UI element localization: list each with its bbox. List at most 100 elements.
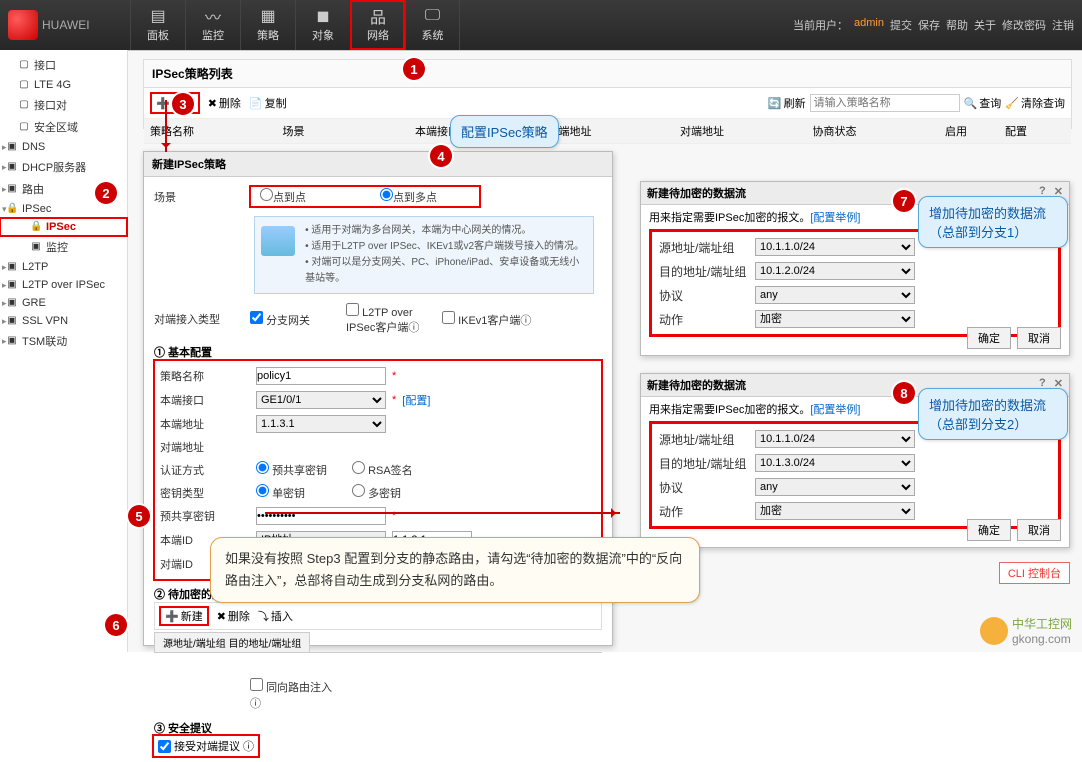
- badge-1: 1: [403, 58, 425, 80]
- side-dns[interactable]: ▸▣DNS: [0, 138, 127, 156]
- top-nav: ▤面板 〰监控 ▦策略 ◼对象 品网络 🖵系统: [130, 0, 460, 50]
- badge-7: 7: [893, 190, 915, 212]
- search-input[interactable]: [810, 94, 960, 112]
- nav-dashboard[interactable]: ▤面板: [130, 0, 185, 50]
- btn-query[interactable]: 🔍查询: [964, 95, 1002, 111]
- badge-2: 2: [95, 182, 117, 204]
- d1-proto[interactable]: any: [755, 286, 915, 304]
- nav-monitor[interactable]: 〰监控: [185, 0, 240, 50]
- watermark: 中华工控网gkong.com: [980, 615, 1072, 646]
- side-ifpair[interactable]: ▢接口对: [0, 94, 127, 116]
- side-dhcp[interactable]: ▸▣DHCP服务器: [0, 156, 127, 178]
- policy-name-input[interactable]: [256, 367, 386, 385]
- d1-action[interactable]: 加密: [755, 310, 915, 328]
- topology-icon: [261, 226, 295, 256]
- opt-l2tp[interactable]: L2TP over IPSec客户端ⓘ: [346, 303, 436, 335]
- logo-icon: [8, 10, 38, 40]
- badge-8: 8: [893, 382, 915, 404]
- nav-policy[interactable]: ▦策略: [240, 0, 295, 50]
- scene-p2mp[interactable]: 点到多点: [380, 188, 470, 205]
- list-title: IPSec策略列表: [144, 60, 1071, 88]
- col-peeraddr: 对端地址: [680, 123, 813, 139]
- d2-action[interactable]: 加密: [755, 502, 915, 520]
- callout-config-ipsec: 配置IPSec策略: [450, 115, 559, 148]
- auth-psk[interactable]: 预共享密钥: [256, 461, 346, 478]
- nav-object[interactable]: ◼对象: [295, 0, 350, 50]
- d1-src[interactable]: 10.1.1.0/24: [755, 238, 915, 256]
- col-enable: 启用: [945, 123, 1005, 139]
- d2-src[interactable]: 10.1.1.0/24: [755, 430, 915, 448]
- col-name: 策略名称: [150, 123, 283, 139]
- link-changepw[interactable]: 修改密码: [1002, 17, 1046, 33]
- example-link[interactable]: [配置举例]: [810, 404, 860, 416]
- badge-3: 3: [172, 93, 194, 115]
- d2-dst[interactable]: 10.1.3.0/24: [755, 454, 915, 472]
- side-tsm[interactable]: ▸▣TSM联动: [0, 330, 127, 352]
- nav-system[interactable]: 🖵系统: [405, 0, 460, 50]
- side-l2tp[interactable]: ▸▣L2TP: [0, 258, 127, 276]
- col-negostate: 协商状态: [813, 123, 946, 139]
- system-icon: 🖵: [423, 7, 443, 25]
- cli-console-button[interactable]: CLI 控制台: [999, 562, 1070, 584]
- opt-ikev1[interactable]: IKEv1客户端ⓘ: [442, 311, 532, 328]
- config-link[interactable]: [配置]: [402, 392, 430, 408]
- side-gre[interactable]: ▸▣GRE: [0, 294, 127, 312]
- btn-refresh[interactable]: 🔄刷新: [768, 95, 806, 111]
- link-logout[interactable]: 注销: [1052, 17, 1074, 33]
- side-seczone[interactable]: ▢安全区域: [0, 116, 127, 138]
- btn-clear[interactable]: 🧹清除查询: [1005, 95, 1065, 111]
- key-multi[interactable]: 多密钥: [352, 484, 442, 501]
- side-interface[interactable]: ▢接口: [0, 54, 127, 76]
- local-addr-select[interactable]: 1.1.3.1: [256, 415, 386, 433]
- link-commit[interactable]: 提交: [890, 17, 912, 33]
- dashboard-icon: ▤: [148, 7, 168, 25]
- side-l2tp-ipsec[interactable]: ▸▣L2TP over IPSec: [0, 276, 127, 294]
- dialog-title: 新建IPSec策略: [144, 152, 612, 177]
- link-help[interactable]: 帮助: [946, 17, 968, 33]
- arrow-5-to-flow: [265, 512, 620, 514]
- flow-add[interactable]: ➕新建: [159, 606, 209, 626]
- nav-network[interactable]: 品网络: [350, 0, 405, 50]
- local-if-select[interactable]: GE1/0/1: [256, 391, 386, 409]
- flow-tab[interactable]: 源地址/端址组 目的地址/端址组: [154, 632, 310, 652]
- d1-cancel[interactable]: 取消: [1017, 327, 1061, 349]
- logo: HUAWEI: [0, 0, 130, 50]
- col-scene: 场景: [283, 123, 416, 139]
- list-header: 策略名称 场景 本端接口 本端地址 对端地址 协商状态 启用 配置: [144, 119, 1071, 144]
- flow-del[interactable]: ✖删除: [217, 608, 250, 624]
- btn-copy[interactable]: 📄复制: [249, 95, 287, 111]
- side-ipsec-monitor[interactable]: ▣监控: [0, 236, 127, 258]
- side-ipsec[interactable]: 🔒IPSec: [0, 218, 127, 236]
- d2-cancel[interactable]: 取消: [1017, 519, 1061, 541]
- col-config: 配置: [1005, 123, 1065, 139]
- opt-branch[interactable]: 分支网关: [250, 311, 340, 328]
- psk-input[interactable]: [256, 507, 386, 525]
- ipsec-list-panel: IPSec策略列表 ➕新建 ✖删除 📄复制 🔄刷新 🔍查询 🧹清除查询 策略名称…: [143, 59, 1072, 129]
- current-user[interactable]: admin: [854, 17, 884, 33]
- flow-ins[interactable]: ⤵插入: [258, 608, 293, 624]
- reverse-route[interactable]: 同向路由注入 ⓘ: [250, 678, 340, 711]
- side-sslvpn[interactable]: ▸▣SSL VPN: [0, 312, 127, 330]
- scene-info: • 适用于对端为多台网关，本端为中心网关的情况。 • 适用于L2TP over …: [254, 216, 594, 294]
- scene-label: 场景: [154, 189, 244, 205]
- callout-flow-1: 增加待加密的数据流（总部到分支1）: [918, 196, 1068, 248]
- d1-dst[interactable]: 10.1.2.0/24: [755, 262, 915, 280]
- d2-ok[interactable]: 确定: [967, 519, 1011, 541]
- section-sec: ③ 安全提议: [154, 714, 602, 736]
- link-about[interactable]: 关于: [974, 17, 996, 33]
- sidebar: ▢接口 ▢LTE 4G ▢接口对 ▢安全区域 ▸▣DNS ▸▣DHCP服务器 ▸…: [0, 50, 128, 652]
- accept-peer-proposal[interactable]: 接受对端提议 ⓘ: [154, 736, 258, 756]
- scene-p2p[interactable]: 点到点: [260, 188, 350, 205]
- btn-del[interactable]: ✖删除: [208, 95, 241, 111]
- side-lte4g[interactable]: ▢LTE 4G: [0, 76, 127, 94]
- d2-proto[interactable]: any: [755, 478, 915, 496]
- access-type-label: 对端接入类型: [154, 311, 244, 327]
- arrow-3-to-dialog: [165, 100, 167, 152]
- example-link[interactable]: [配置举例]: [810, 212, 860, 224]
- key-single[interactable]: 单密钥: [256, 484, 346, 501]
- d1-ok[interactable]: 确定: [967, 327, 1011, 349]
- link-save[interactable]: 保存: [918, 17, 940, 33]
- current-user-label: 当前用户：: [793, 17, 848, 33]
- auth-rsa[interactable]: RSA签名: [352, 461, 442, 478]
- list-toolbar: ➕新建 ✖删除 📄复制 🔄刷新 🔍查询 🧹清除查询: [144, 88, 1071, 119]
